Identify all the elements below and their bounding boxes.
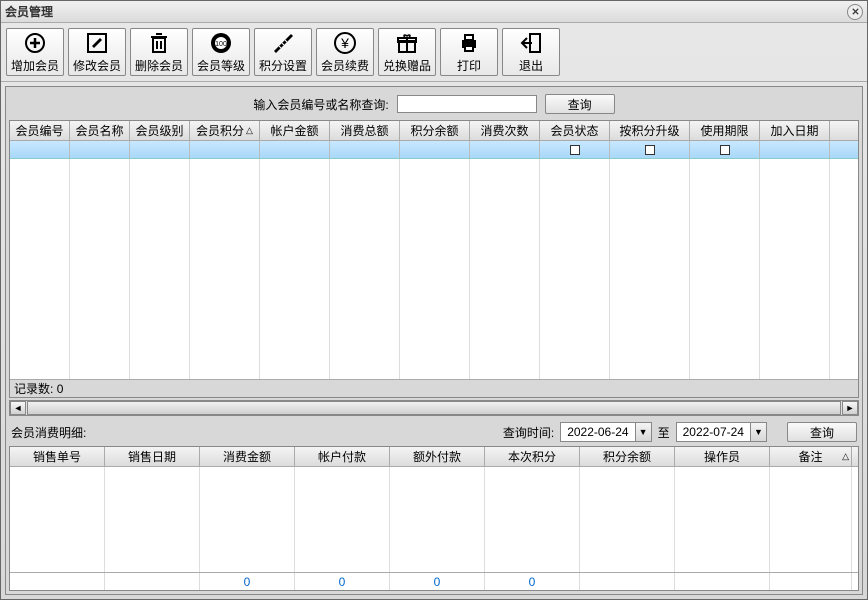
member-grid-selected-row[interactable]: [10, 141, 858, 159]
scroll-thumb[interactable]: [27, 401, 841, 415]
detail-search-button[interactable]: 查询: [787, 422, 857, 442]
scroll-left-button[interactable]: ◄: [10, 401, 26, 415]
ruler-icon: [271, 31, 295, 55]
to-label: 至: [658, 424, 670, 441]
search-row: 输入会员编号或名称查询: 查询: [9, 90, 859, 120]
footer-cell: [580, 573, 675, 590]
col-header[interactable]: 会员积分△: [190, 121, 260, 140]
chip-icon: 100: [209, 31, 233, 55]
close-icon: [851, 7, 860, 16]
points-label: 积分设置: [259, 57, 307, 74]
dropdown-icon[interactable]: ▼: [750, 423, 766, 441]
col-header[interactable]: 消费金额: [200, 447, 295, 466]
exit-icon: [519, 31, 543, 55]
gift-label: 兑换赠品: [383, 57, 431, 74]
toolbar: 增加会员 修改会员 删除会员 100 会员等级 积分设置 ¥ 会员续费 兑换赠品: [1, 23, 867, 82]
col-header[interactable]: 积分余额: [400, 121, 470, 140]
col-header[interactable]: 帐户付款: [295, 447, 390, 466]
detail-grid-footer: 0000: [10, 572, 858, 590]
checkbox[interactable]: [570, 145, 580, 155]
footer-cell: [770, 573, 852, 590]
exit-button[interactable]: 退出: [502, 28, 560, 76]
col-header[interactable]: 加入日期: [760, 121, 830, 140]
col-header[interactable]: 销售单号: [10, 447, 105, 466]
print-icon: [457, 31, 481, 55]
gift-icon: [395, 31, 419, 55]
time-label: 查询时间:: [503, 424, 554, 441]
detail-title: 会员消费明细:: [11, 424, 86, 441]
edit-member-button[interactable]: 修改会员: [68, 28, 126, 76]
member-grid: 会员编号会员名称会员级别会员积分△帐户金额消费总额积分余额消费次数会员状态按积分…: [9, 120, 859, 398]
detail-bar: 会员消费明细: 查询时间: 2022-06-24 ▼ 至 2022-07-24 …: [9, 416, 859, 446]
add-icon: [23, 31, 47, 55]
record-bar: 记录数: 0: [10, 379, 858, 397]
delete-label: 删除会员: [135, 57, 183, 74]
col-header[interactable]: 会员名称: [70, 121, 130, 140]
checkbox[interactable]: [645, 145, 655, 155]
date-to-value: 2022-07-24: [677, 425, 750, 439]
content-panel: 输入会员编号或名称查询: 查询 会员编号会员名称会员级别会员积分△帐户金额消费总…: [5, 86, 863, 595]
search-button[interactable]: 查询: [545, 94, 615, 114]
dropdown-icon[interactable]: ▼: [635, 423, 651, 441]
points-setting-button[interactable]: 积分设置: [254, 28, 312, 76]
col-header[interactable]: 消费总额: [330, 121, 400, 140]
col-header[interactable]: 积分余额: [580, 447, 675, 466]
edit-icon: [85, 31, 109, 55]
add-label: 增加会员: [11, 57, 59, 74]
date-to-combo[interactable]: 2022-07-24 ▼: [676, 422, 767, 442]
col-header[interactable]: 消费次数: [470, 121, 540, 140]
footer-cell: 0: [200, 573, 295, 590]
exit-label: 退出: [519, 57, 543, 74]
col-header[interactable]: 备注△: [770, 447, 852, 466]
footer-cell: [675, 573, 770, 590]
record-count: 0: [57, 382, 64, 396]
footer-cell: 0: [485, 573, 580, 590]
footer-cell: [10, 573, 105, 590]
member-level-button[interactable]: 100 会员等级: [192, 28, 250, 76]
col-header[interactable]: 本次积分: [485, 447, 580, 466]
yen-icon: ¥: [333, 31, 357, 55]
print-label: 打印: [457, 57, 481, 74]
renew-label: 会员续费: [321, 57, 369, 74]
col-header[interactable]: 操作员: [675, 447, 770, 466]
add-member-button[interactable]: 增加会员: [6, 28, 64, 76]
level-label: 会员等级: [197, 57, 245, 74]
date-from-value: 2022-06-24: [561, 425, 634, 439]
checkbox[interactable]: [720, 145, 730, 155]
detail-grid-body[interactable]: [10, 467, 858, 572]
svg-text:100: 100: [215, 41, 227, 48]
col-header[interactable]: 额外付款: [390, 447, 485, 466]
date-from-combo[interactable]: 2022-06-24 ▼: [560, 422, 651, 442]
col-header[interactable]: 会员状态: [540, 121, 610, 140]
footer-cell: 0: [295, 573, 390, 590]
col-header[interactable]: 销售日期: [105, 447, 200, 466]
detail-grid-header[interactable]: 销售单号销售日期消费金额帐户付款额外付款本次积分积分余额操作员备注△: [10, 447, 858, 467]
renew-button[interactable]: ¥ 会员续费: [316, 28, 374, 76]
col-header[interactable]: 会员编号: [10, 121, 70, 140]
detail-grid: 销售单号销售日期消费金额帐户付款额外付款本次积分积分余额操作员备注△ 0000: [9, 446, 859, 591]
col-header[interactable]: 按积分升级: [610, 121, 690, 140]
footer-cell: [105, 573, 200, 590]
search-label: 输入会员编号或名称查询:: [253, 96, 388, 113]
window-title: 会员管理: [5, 3, 53, 20]
record-label: 记录数:: [14, 380, 53, 397]
close-button[interactable]: [847, 4, 863, 20]
col-header[interactable]: 会员级别: [130, 121, 190, 140]
delete-icon: [147, 31, 171, 55]
member-grid-header[interactable]: 会员编号会员名称会员级别会员积分△帐户金额消费总额积分余额消费次数会员状态按积分…: [10, 121, 858, 141]
svg-text:¥: ¥: [340, 35, 349, 51]
titlebar: 会员管理: [1, 1, 867, 23]
col-header[interactable]: 帐户金额: [260, 121, 330, 140]
gift-button[interactable]: 兑换赠品: [378, 28, 436, 76]
member-grid-body[interactable]: [10, 141, 858, 379]
footer-cell: 0: [390, 573, 485, 590]
delete-member-button[interactable]: 删除会员: [130, 28, 188, 76]
h-scrollbar[interactable]: ◄ ►: [9, 400, 859, 416]
window: 会员管理 增加会员 修改会员 删除会员 100 会员等级 积分设置 ¥ 会员续费: [0, 0, 868, 600]
scroll-right-button[interactable]: ►: [842, 401, 858, 415]
col-header[interactable]: 使用期限: [690, 121, 760, 140]
print-button[interactable]: 打印: [440, 28, 498, 76]
search-input[interactable]: [397, 95, 537, 113]
edit-label: 修改会员: [73, 57, 121, 74]
